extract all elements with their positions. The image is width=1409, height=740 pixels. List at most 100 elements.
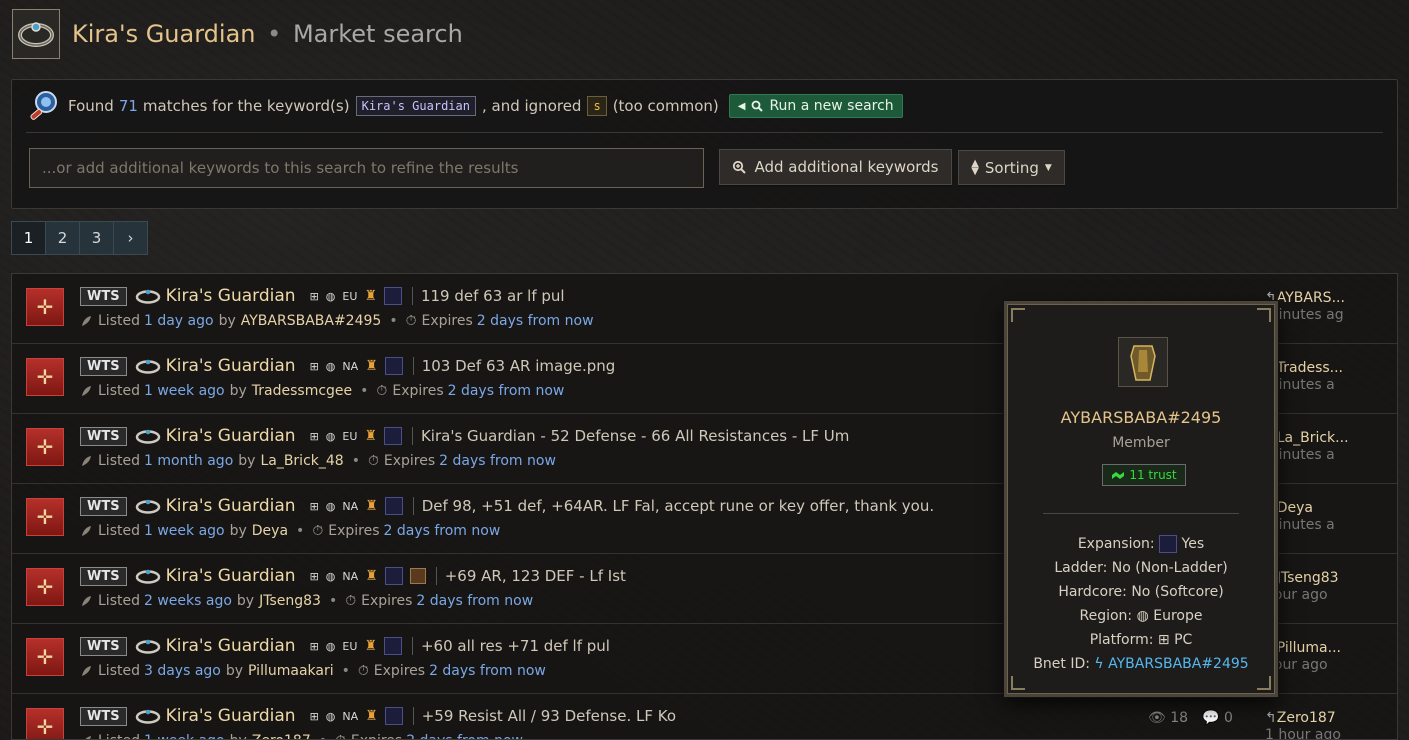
listing-title-link[interactable]: +69 AR, 123 DEF - Lf Ist bbox=[445, 567, 626, 585]
listed-time-link[interactable]: 2 weeks ago bbox=[144, 593, 232, 609]
seller-username[interactable]: Tradessmcgee bbox=[252, 383, 352, 399]
trade-type-icon: ✛ bbox=[26, 428, 64, 466]
last-reply-time: hour ago bbox=[1265, 587, 1328, 603]
expansion-line: Expansion: Yes bbox=[1007, 532, 1275, 556]
tooltip-details: Expansion: Yes Ladder: No (Non-Ladder) H… bbox=[1007, 532, 1275, 676]
listing-title-link[interactable]: 119 def 63 ar lf pul bbox=[421, 287, 565, 305]
hardcore-label: Hardcore: bbox=[1058, 584, 1127, 600]
ignored-prefix: , and ignored bbox=[481, 97, 582, 115]
expires-time-link[interactable]: 2 days from now bbox=[384, 523, 501, 539]
page-title: Kira's Guardian • Market search bbox=[72, 20, 463, 48]
seller-username[interactable]: JTseng83 bbox=[259, 593, 321, 609]
seller-username[interactable]: AYBARSBABA#2495 bbox=[241, 313, 382, 329]
last-reply-time: hour ago bbox=[1265, 657, 1328, 673]
expires-label: Expires bbox=[421, 313, 473, 329]
item-name-link[interactable]: Kira's Guardian bbox=[166, 356, 296, 376]
page-header: Kira's Guardian • Market search bbox=[12, 8, 463, 60]
last-reply-user[interactable]: ↰Pilluma... bbox=[1265, 640, 1397, 656]
hardcore-value: No (Softcore) bbox=[1131, 584, 1224, 600]
expires-time-link[interactable]: 2 days from now bbox=[416, 593, 533, 609]
title-divider bbox=[411, 427, 413, 445]
listing-title-link[interactable]: Def 98, +51 def, +64AR. LF Fal, accept r… bbox=[422, 497, 934, 515]
tooltip-username[interactable]: AYBARSBABA#2495 bbox=[1007, 408, 1275, 427]
seller-username[interactable]: Zero187 bbox=[252, 733, 311, 739]
add-keywords-button[interactable]: Add additional keywords bbox=[719, 149, 952, 185]
armor-icon bbox=[1130, 345, 1156, 381]
tooltip-corner bbox=[1011, 676, 1025, 690]
listed-time-link[interactable]: 1 week ago bbox=[144, 523, 225, 539]
item-name-link[interactable]: Kira's Guardian bbox=[166, 566, 296, 586]
last-reply-user[interactable]: ↰Tradess... bbox=[1265, 360, 1397, 376]
ladder-icon: ♜ bbox=[364, 638, 377, 654]
expansion-value: Yes bbox=[1181, 536, 1205, 552]
listing-stats: 👁 18 💬 0 bbox=[1148, 710, 1233, 726]
d2r-expansion-icon bbox=[383, 637, 402, 655]
listing-meta: Listed 2 weeks ago by JTseng83 • ⏱ Expires 2 da… bbox=[80, 591, 533, 611]
d2r-expansion-icon bbox=[384, 497, 403, 515]
page-3-button[interactable]: 3 bbox=[79, 221, 114, 255]
run-new-search-button[interactable]: ◀ Run a new search bbox=[728, 94, 903, 118]
sorting-dropdown[interactable]: ▲ ▼ Sorting ▼ bbox=[958, 150, 1065, 185]
expires-label: Expires bbox=[351, 733, 402, 739]
by-label: by bbox=[238, 453, 256, 469]
listed-time-link[interactable]: 1 week ago bbox=[144, 383, 225, 399]
listed-time-link[interactable]: 1 day ago bbox=[144, 313, 214, 329]
trust-badge: 11 trust bbox=[1102, 464, 1186, 486]
ladder-icon: ♜ bbox=[364, 428, 377, 444]
expires-label: Expires bbox=[328, 523, 380, 539]
run-new-search-label: Run a new search bbox=[769, 98, 894, 114]
region-value: Europe bbox=[1153, 608, 1203, 624]
listed-time-link[interactable]: 3 days ago bbox=[144, 663, 221, 679]
search-plus-icon bbox=[733, 160, 747, 174]
expires-time-link[interactable]: 2 days from now bbox=[406, 733, 523, 739]
page-1-button[interactable]: 1 bbox=[11, 221, 46, 255]
seller-username[interactable]: Pillumaakari bbox=[248, 663, 334, 679]
page-2-button[interactable]: 2 bbox=[45, 221, 80, 255]
item-name-link[interactable]: Kira's Guardian bbox=[166, 496, 296, 516]
listing-title-link[interactable]: Kira's Guardian - 52 Defense - 66 All Re… bbox=[421, 427, 849, 445]
expires-time-link[interactable]: 2 days from now bbox=[477, 313, 594, 329]
item-name-link[interactable]: Kira's Guardian bbox=[166, 706, 296, 726]
bullet-separator: • bbox=[296, 523, 305, 539]
by-label: by bbox=[229, 523, 247, 539]
ladder-icon: ♜ bbox=[365, 358, 378, 374]
listed-label: Listed bbox=[98, 523, 140, 539]
refine-keywords-input[interactable] bbox=[29, 148, 704, 188]
bnet-id-link[interactable]: ϟ AYBARSBABA#2495 bbox=[1094, 656, 1248, 672]
last-reply-user[interactable]: ↰JTseng83 bbox=[1265, 570, 1397, 586]
item-name-link[interactable]: Kira's Guardian bbox=[166, 636, 296, 656]
listed-time-link[interactable]: 1 month ago bbox=[144, 453, 233, 469]
title-divider bbox=[411, 637, 413, 655]
ignored-keyword-tag: s bbox=[587, 96, 607, 116]
last-reply-user[interactable]: ↰Deya bbox=[1265, 500, 1397, 516]
region-code: NA bbox=[342, 359, 359, 373]
expires-time-link[interactable]: 2 days from now bbox=[439, 453, 556, 469]
last-reply-time: minutes a bbox=[1265, 447, 1335, 463]
d2r-expansion-icon bbox=[384, 707, 403, 725]
trade-type-icon: ✛ bbox=[26, 288, 64, 326]
listing-meta: Listed 1 month ago by La_Brick_48 • ⏱ Expires 2… bbox=[80, 451, 556, 471]
region-code: EU bbox=[342, 639, 358, 653]
item-name-link[interactable]: Kira's Guardian bbox=[166, 426, 296, 446]
trade-type-badge: WTS bbox=[80, 566, 127, 586]
listing-title-link[interactable]: +59 Resist All / 93 Defense. LF Ko bbox=[422, 707, 676, 725]
next-page-button[interactable]: › bbox=[113, 221, 148, 255]
last-reply-user[interactable]: ↰Zero187 bbox=[1265, 710, 1397, 726]
seller-username[interactable]: Deya bbox=[252, 523, 288, 539]
listing-header: WTS Kira's Guardian ⊞ ◍ NA ♜ +69 AR, 123 DEF -… bbox=[80, 564, 626, 588]
last-reply-user[interactable]: ↰La_Brick... bbox=[1265, 430, 1397, 446]
item-name-link[interactable]: Kira's Guardian bbox=[166, 286, 296, 306]
expires-label: Expires bbox=[383, 453, 436, 469]
listing-meta-icons: ⊞ ◍ EU ♜ bbox=[310, 637, 402, 655]
listed-time-link[interactable]: 1 week ago bbox=[144, 733, 225, 739]
item-thumbnail[interactable] bbox=[12, 9, 60, 59]
seller-username[interactable]: La_Brick_48 bbox=[260, 453, 343, 469]
listing-title-link[interactable]: 103 Def 63 AR image.png bbox=[422, 357, 616, 375]
expires-time-link[interactable]: 2 days from now bbox=[448, 383, 565, 399]
last-reply-user[interactable]: ↰AYBARS... bbox=[1265, 290, 1397, 306]
listing-title-link[interactable]: +60 all res +71 def lf pul bbox=[421, 637, 610, 655]
expires-time-link[interactable]: 2 days from now bbox=[429, 663, 546, 679]
user-avatar bbox=[1118, 337, 1168, 387]
windows-icon: ⊞ bbox=[309, 289, 319, 303]
globe-icon: ◍ bbox=[325, 429, 336, 443]
